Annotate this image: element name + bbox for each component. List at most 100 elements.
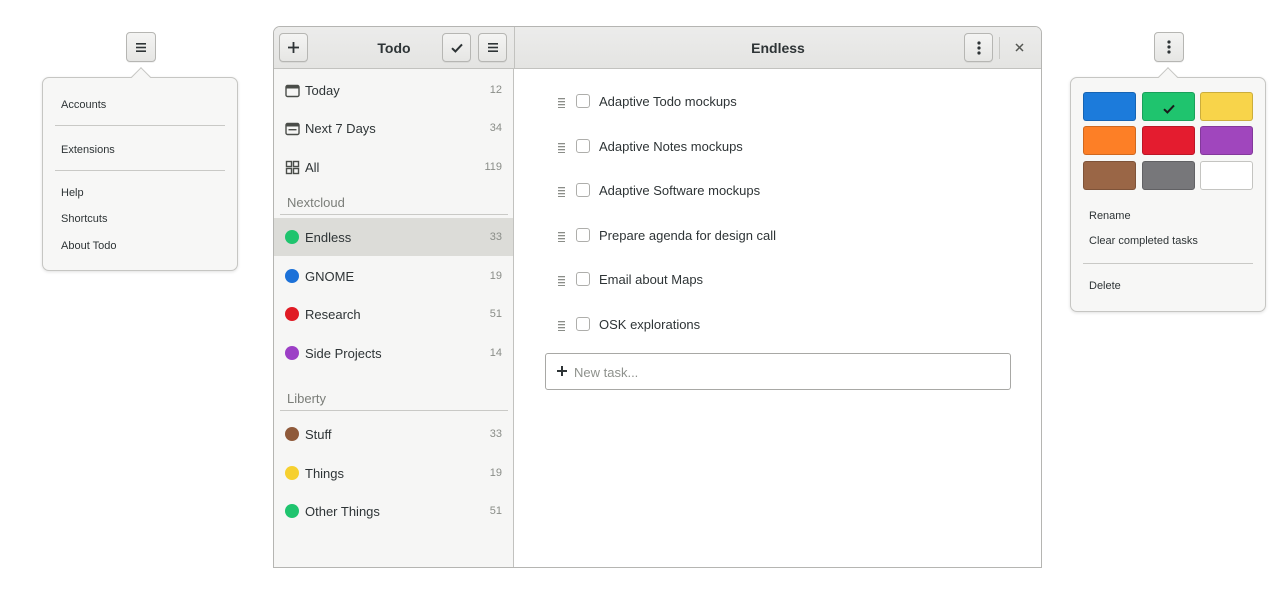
todo-window: Todo Endless Today 12 Next 7 Days 34 All… [273,26,1042,568]
sidebar-item-label: All [305,160,320,175]
menu-item-delete[interactable]: Delete [1089,280,1121,292]
task-checkbox[interactable] [576,228,590,242]
task-label: Email about Maps [599,272,704,287]
sidebar-item-other-things[interactable]: Other Things 51 [274,492,513,530]
calendar-day-icon [285,83,300,98]
drag-handle-icon[interactable] [558,273,565,286]
item-count: 51 [489,505,502,517]
task-label: Adaptive Todo mockups [599,94,737,109]
task-checkbox[interactable] [576,139,590,153]
sidebar-item-research[interactable]: Research 51 [274,295,513,333]
section-divider [280,410,508,411]
color-swatch-blue[interactable] [1083,92,1136,121]
sidebar-item-label: Side Projects [305,346,382,361]
color-swatch-red[interactable] [1142,126,1195,155]
sidebar-item-endless[interactable]: Endless 33 [274,218,513,256]
sidebar-item-today[interactable]: Today 12 [274,71,513,109]
list-color-dot [285,427,299,441]
vertical-dots-icon [976,40,981,55]
task-checkbox[interactable] [576,183,590,197]
vertical-dots-icon [1167,40,1171,54]
menu-item-about[interactable]: About Todo [61,240,116,252]
sidebar-item-label: Today [305,83,340,98]
task-row[interactable]: Adaptive Software mockups [515,175,1041,205]
task-checkbox[interactable] [576,317,590,331]
list-color-dot [285,269,299,283]
list-options-button[interactable] [964,33,993,62]
task-row[interactable]: OSK explorations [515,309,1041,339]
sidebar-item-label: Endless [305,230,352,245]
sidebar-title: Todo [377,40,411,56]
new-task-input[interactable] [574,362,994,382]
task-label: Prepare agenda for design call [599,228,777,243]
item-count: 12 [489,84,502,96]
menu-item-extensions[interactable]: Extensions [61,144,115,156]
task-row[interactable]: Prepare agenda for design call [515,220,1041,250]
drag-handle-icon[interactable] [558,95,565,108]
section-title-liberty: Liberty [287,391,327,406]
task-label: OSK explorations [599,317,701,332]
sidebar-item-next-7-days[interactable]: Next 7 Days 34 [274,109,513,147]
menu-item-clear-completed[interactable]: Clear completed tasks [1089,235,1198,247]
close-window-button[interactable] [1011,40,1027,56]
sidebar-item-side-projects[interactable]: Side Projects 14 [274,334,513,372]
sidebar-item-label: GNOME [305,269,355,284]
task-checkbox[interactable] [576,272,590,286]
task-list: Adaptive Todo mockups Adaptive Notes moc… [515,69,1041,567]
item-count: 33 [489,428,502,440]
menu-item-rename[interactable]: Rename [1089,210,1131,222]
hamburger-icon [487,43,498,52]
drag-handle-icon[interactable] [558,140,565,153]
popover-arrow [131,67,151,87]
drag-handle-icon[interactable] [558,229,565,242]
app-menu-popover: Accounts Extensions Help Shortcuts About… [42,67,238,271]
task-row[interactable]: Adaptive Notes mockups [515,131,1041,161]
new-task-entry[interactable] [545,353,1011,390]
sidebar-menu-button[interactable] [478,33,507,62]
list-title: Endless [751,40,805,56]
sidebar-item-label: Other Things [305,504,380,519]
drag-handle-icon[interactable] [558,318,565,331]
task-checkbox[interactable] [576,94,590,108]
color-swatch-yellow[interactable] [1200,92,1253,121]
list-color-dot [285,230,299,244]
drag-handle-icon[interactable] [558,184,565,197]
menu-item-shortcuts[interactable]: Shortcuts [61,213,107,225]
menu-separator [55,125,225,126]
plus-icon [556,364,568,376]
item-count: 119 [484,161,502,173]
add-list-button[interactable] [279,33,308,62]
sidebar-item-stuff[interactable]: Stuff 33 [274,415,513,453]
popover-arrow [1158,67,1178,87]
section-title-nextcloud: Nextcloud [287,195,345,210]
sidebar: Today 12 Next 7 Days 34 All 119 Nextclou… [274,69,514,567]
sidebar-item-label: Research [305,307,361,322]
menu-item-help[interactable]: Help [61,187,84,199]
hamburger-icon [136,42,146,52]
list-options-menu-button[interactable] [1154,32,1184,62]
sidebar-item-all[interactable]: All 119 [274,148,513,186]
color-swatch-orange[interactable] [1083,126,1136,155]
color-swatch-brown[interactable] [1083,161,1136,190]
menu-item-accounts[interactable]: Accounts [61,99,106,111]
item-count: 51 [489,308,502,320]
task-row[interactable]: Email about Maps [515,264,1041,294]
list-options-popover: Rename Clear completed tasks Delete [1070,67,1266,312]
list-color-dot [285,466,299,480]
app-menu-button[interactable] [126,32,156,62]
section-divider [280,214,508,215]
close-icon [1014,39,1024,57]
sidebar-item-things[interactable]: Things 19 [274,454,513,492]
color-swatch-white[interactable] [1200,161,1253,190]
item-count: 14 [489,347,502,359]
list-color-dot [285,346,299,360]
color-swatch-gray[interactable] [1142,161,1195,190]
task-label: Adaptive Notes mockups [599,139,743,154]
color-swatch-purple[interactable] [1200,126,1253,155]
task-row[interactable]: Adaptive Todo mockups [515,86,1041,116]
list-color-dot [285,307,299,321]
color-swatch-green[interactable] [1142,92,1195,121]
item-count: 19 [489,467,502,479]
select-mode-button[interactable] [442,33,471,62]
sidebar-item-gnome[interactable]: GNOME 19 [274,257,513,295]
